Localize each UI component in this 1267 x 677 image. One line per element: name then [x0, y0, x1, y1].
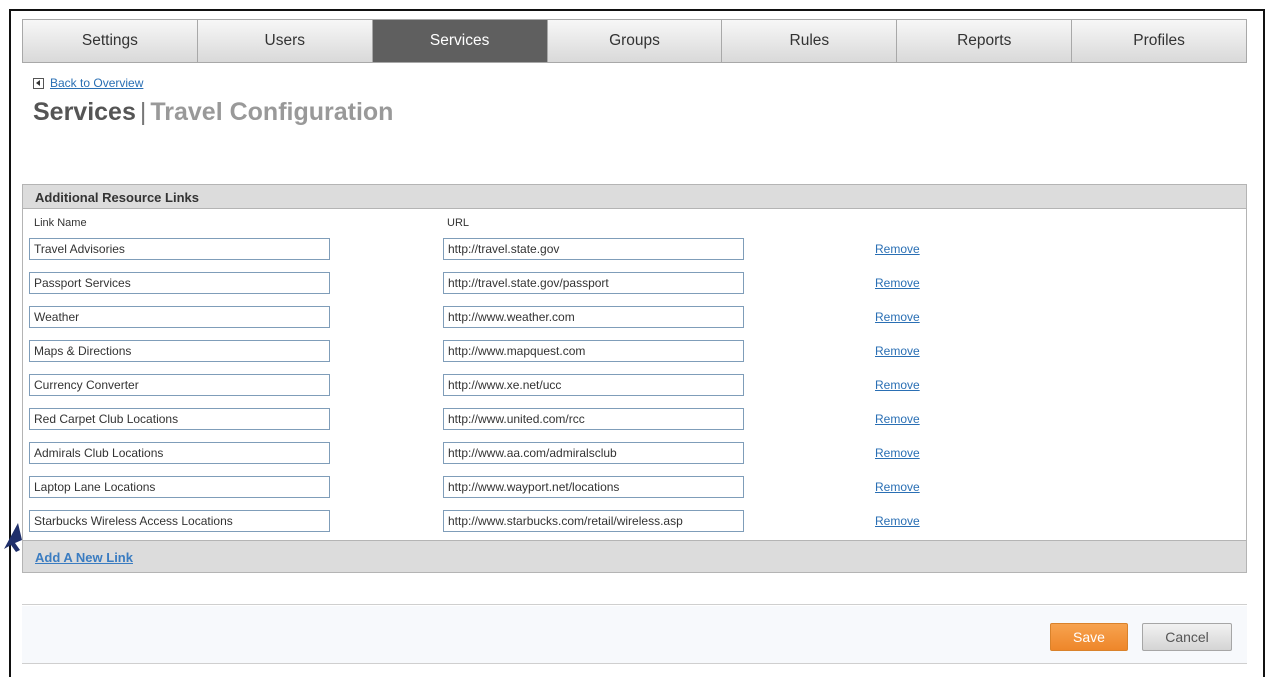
- remove-link-button[interactable]: Remove: [875, 480, 920, 494]
- tab-profiles[interactable]: Profiles: [1072, 20, 1247, 62]
- additional-resource-links-panel: Additional Resource Links Link Name URL …: [22, 184, 1247, 573]
- divider-bottom: [22, 663, 1247, 664]
- divider-top: [22, 604, 1247, 605]
- tab-settings[interactable]: Settings: [23, 20, 198, 62]
- page-title-sub: Travel Configuration: [150, 98, 394, 126]
- form-actions: Save Cancel: [22, 606, 1247, 663]
- link-name-input[interactable]: Red Carpet Club Locations: [29, 408, 330, 430]
- remove-link-button[interactable]: Remove: [875, 242, 920, 256]
- panel-footer: Add A New Link: [23, 540, 1246, 572]
- link-name-input[interactable]: Admirals Club Locations: [29, 442, 330, 464]
- link-name-input[interactable]: Starbucks Wireless Access Locations: [29, 510, 330, 532]
- tab-reports[interactable]: Reports: [897, 20, 1073, 62]
- column-header-url: URL: [447, 217, 470, 229]
- save-button[interactable]: Save: [1050, 623, 1128, 651]
- link-url-input[interactable]: http://travel.state.gov/passport: [443, 272, 744, 294]
- cancel-button[interactable]: Cancel: [1142, 623, 1232, 651]
- main-nav-tabs: Settings Users Services Groups Rules Rep…: [22, 19, 1247, 63]
- link-url-input[interactable]: http://www.united.com/rcc: [443, 408, 744, 430]
- page-title-separator: |: [139, 98, 147, 126]
- tab-users[interactable]: Users: [197, 20, 373, 62]
- link-row: Laptop Lane Locations http://www.wayport…: [23, 476, 1246, 500]
- link-url-input[interactable]: http://www.weather.com: [443, 306, 744, 328]
- link-row: Maps & Directions http://www.mapquest.co…: [23, 340, 1246, 364]
- link-name-input[interactable]: Maps & Directions: [29, 340, 330, 362]
- link-name-input[interactable]: Passport Services: [29, 272, 330, 294]
- remove-link-button[interactable]: Remove: [875, 310, 920, 324]
- link-name-input[interactable]: Currency Converter: [29, 374, 330, 396]
- back-to-overview: Back to Overview: [33, 76, 143, 90]
- link-url-input[interactable]: http://www.mapquest.com: [443, 340, 744, 362]
- link-row: Starbucks Wireless Access Locations http…: [23, 510, 1246, 534]
- link-row: Travel Advisories http://travel.state.go…: [23, 238, 1246, 262]
- link-name-input[interactable]: Weather: [29, 306, 330, 328]
- link-row: Currency Converter http://www.xe.net/ucc…: [23, 374, 1246, 398]
- remove-link-button[interactable]: Remove: [875, 344, 920, 358]
- remove-link-button[interactable]: Remove: [875, 412, 920, 426]
- link-row: Admirals Club Locations http://www.aa.co…: [23, 442, 1246, 466]
- page-title: Services | Travel Configuration: [33, 98, 393, 127]
- remove-link-button[interactable]: Remove: [875, 446, 920, 460]
- remove-link-button[interactable]: Remove: [875, 378, 920, 392]
- remove-link-button[interactable]: Remove: [875, 276, 920, 290]
- link-row: Red Carpet Club Locations http://www.uni…: [23, 408, 1246, 432]
- back-to-overview-link[interactable]: Back to Overview: [50, 76, 143, 90]
- link-url-input[interactable]: http://www.xe.net/ucc: [443, 374, 744, 396]
- link-url-input[interactable]: http://travel.state.gov: [443, 238, 744, 260]
- link-url-input[interactable]: http://www.wayport.net/locations: [443, 476, 744, 498]
- column-header-link-name: Link Name: [34, 217, 87, 229]
- back-arrow-icon[interactable]: [33, 77, 44, 89]
- pointer-arrow-icon: [4, 523, 22, 552]
- link-url-input[interactable]: http://www.aa.com/admiralsclub: [443, 442, 744, 464]
- tab-groups[interactable]: Groups: [547, 20, 723, 62]
- tab-rules[interactable]: Rules: [722, 20, 898, 62]
- link-url-input[interactable]: http://www.starbucks.com/retail/wireless…: [443, 510, 744, 532]
- page-title-main: Services: [33, 98, 136, 126]
- link-name-input[interactable]: Laptop Lane Locations: [29, 476, 330, 498]
- panel-title: Additional Resource Links: [23, 185, 1246, 209]
- tab-services[interactable]: Services: [372, 20, 548, 62]
- link-row: Passport Services http://travel.state.go…: [23, 272, 1246, 296]
- link-row: Weather http://www.weather.com Remove: [23, 306, 1246, 330]
- add-new-link-button[interactable]: Add A New Link: [35, 550, 133, 565]
- remove-link-button[interactable]: Remove: [875, 514, 920, 528]
- link-name-input[interactable]: Travel Advisories: [29, 238, 330, 260]
